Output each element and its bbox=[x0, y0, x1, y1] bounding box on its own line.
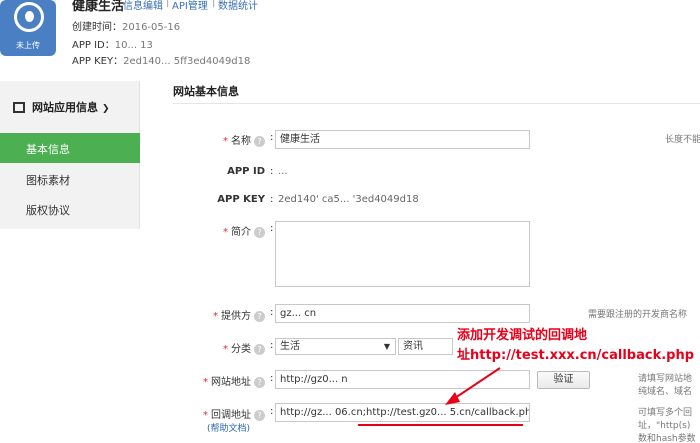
name-input[interactable]: 健康生活 bbox=[275, 130, 530, 149]
category-label: * 分类? bbox=[185, 340, 265, 355]
callback-url-hint-1: 可填写多个回 bbox=[638, 408, 693, 418]
intro-textarea[interactable] bbox=[275, 221, 530, 287]
category-select-primary[interactable]: 生活 ▼ bbox=[275, 338, 396, 355]
sidebar-item-copyright[interactable]: 版权协议 bbox=[26, 202, 70, 218]
sidebar-heading[interactable]: 网站应用信息 ❯ bbox=[13, 99, 110, 115]
help-icon[interactable]: ? bbox=[254, 136, 265, 147]
colon: : bbox=[270, 340, 274, 351]
site-url-input[interactable]: http://gz0... n bbox=[275, 370, 530, 389]
annotation-line-1: 添加开发调试的回调地 bbox=[457, 328, 588, 343]
annotation-text: 添加开发调试的回调地 址http://test.xxx.cn/callback.… bbox=[457, 326, 694, 366]
section-divider bbox=[173, 103, 700, 104]
app-id-field-value: ... bbox=[278, 166, 288, 177]
callback-url-label: * 回调地址? bbox=[185, 406, 265, 421]
created-time: 创建时间：2016-05-16 bbox=[72, 18, 180, 33]
help-icon[interactable]: ? bbox=[254, 410, 265, 421]
help-icon[interactable]: ? bbox=[254, 311, 265, 322]
category-select-secondary[interactable]: 资讯 bbox=[398, 338, 453, 355]
app-window-icon bbox=[13, 102, 25, 113]
link-data-stats[interactable]: 数据统计 bbox=[218, 0, 258, 12]
provider-label: * 提供方? bbox=[185, 307, 265, 322]
app-id-field-label: APP ID bbox=[227, 166, 265, 177]
app-key-value: 2ed140... 5ff3ed4049d18 bbox=[123, 56, 251, 67]
colon: : bbox=[270, 132, 274, 143]
verify-button[interactable]: 验证 bbox=[537, 371, 590, 389]
link-separator: | bbox=[166, 0, 170, 8]
header-app-key: APP KEY：2ed140... 5ff3ed4049d18 bbox=[72, 52, 250, 67]
site-url-hint-2: 纯域名、域名 bbox=[638, 387, 693, 397]
avatar-caption: 未上传 bbox=[16, 41, 40, 50]
created-value: 2016-05-16 bbox=[122, 22, 181, 33]
section-title: 网站基本信息 bbox=[173, 85, 239, 98]
help-icon[interactable]: ? bbox=[254, 344, 265, 355]
app-id-value: 10... 13 bbox=[114, 40, 153, 51]
callback-url-hint-2: 址，"http(s) bbox=[638, 421, 691, 431]
sidebar-item-icon-assets[interactable]: 图标素材 bbox=[26, 172, 70, 188]
site-url-label: * 网站地址? bbox=[185, 373, 265, 388]
colon: : bbox=[270, 406, 274, 417]
dropdown-caret-icon: ▼ bbox=[383, 342, 390, 351]
colon: : bbox=[270, 223, 274, 234]
app-key-field-label: APP KEY bbox=[217, 194, 265, 205]
intro-label: * 简介? bbox=[185, 223, 265, 238]
link-separator: | bbox=[212, 0, 216, 8]
app-name: 健康生活 bbox=[72, 0, 125, 14]
provider-input[interactable]: gz... cn bbox=[275, 304, 530, 323]
header-app-id: APP ID：10... 13 bbox=[72, 36, 153, 51]
sidebar-item-basic-info[interactable]: 基本信息 bbox=[26, 141, 70, 157]
link-api-manage[interactable]: API管理 bbox=[172, 0, 208, 12]
sidebar-heading-label: 网站应用信息 bbox=[32, 101, 98, 114]
created-label: 创建时间： bbox=[72, 22, 122, 33]
app-key-label: APP KEY： bbox=[72, 56, 124, 67]
sidebar-selected-highlight bbox=[0, 133, 140, 163]
callback-url-hint-3: 数和hash参数 bbox=[638, 434, 696, 443]
callback-url-input[interactable]: http://gz... 06.cn;http://test.gz0... 5.… bbox=[275, 403, 530, 422]
colon: : bbox=[270, 373, 274, 384]
app-id-label: APP ID： bbox=[72, 40, 115, 51]
link-info-edit[interactable]: 信息编辑 bbox=[123, 0, 163, 12]
name-hint: 长度不能 bbox=[665, 135, 700, 145]
chevron-down-icon: ❯ bbox=[102, 104, 110, 114]
name-label: * 名称? bbox=[185, 132, 265, 147]
help-icon[interactable]: ? bbox=[254, 377, 265, 388]
app-icon[interactable]: 未上传 bbox=[0, 0, 56, 56]
colon: : bbox=[270, 307, 274, 318]
annotation-line-2: 址http://test.xxx.cn/callback.php bbox=[457, 348, 695, 363]
help-doc-link[interactable]: (帮助文档) bbox=[207, 421, 250, 434]
provider-hint: 需要跟注册的开发商名称 bbox=[588, 310, 688, 320]
app-key-field-value: 2ed140' ca5... '3ed4049d18 bbox=[278, 194, 419, 205]
site-url-hint-1: 请填写网站地 bbox=[638, 374, 693, 384]
help-icon[interactable]: ? bbox=[254, 227, 265, 238]
colon: : bbox=[270, 166, 274, 177]
colon: : bbox=[270, 194, 274, 205]
user-avatar-icon bbox=[14, 2, 44, 32]
